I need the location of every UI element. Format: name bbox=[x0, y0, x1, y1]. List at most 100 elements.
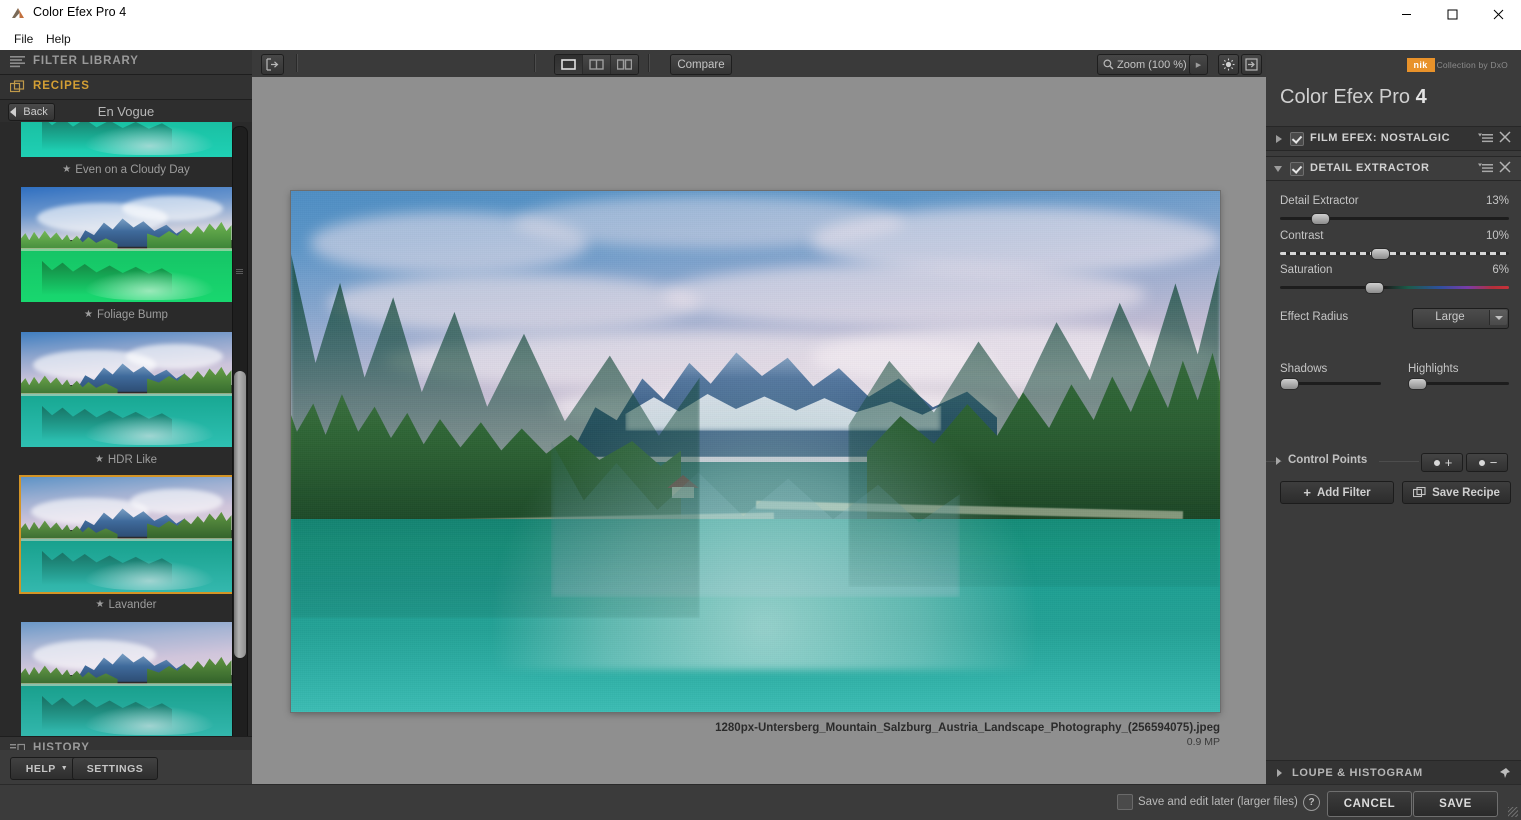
highlights-knob[interactable] bbox=[1408, 378, 1427, 390]
filter-enabled-checkbox[interactable] bbox=[1290, 162, 1304, 176]
chevron-right-icon[interactable] bbox=[1276, 457, 1281, 465]
filter-close-icon[interactable] bbox=[1499, 161, 1511, 173]
color-efex-pro-window: Color Efex Pro 4 File Help FILTER LIBRAR… bbox=[0, 0, 1521, 820]
maximize-button[interactable] bbox=[1429, 0, 1475, 28]
filter-row-detail-extractor[interactable]: DETAIL EXTRACTOR bbox=[1266, 156, 1521, 181]
pin-icon[interactable] bbox=[1499, 767, 1511, 779]
slider-knob[interactable] bbox=[1371, 248, 1390, 260]
recipe-label: ★ HDR Like bbox=[94, 454, 158, 466]
filter-row-film-efex-nostalgic[interactable]: FILM EFEX: NOSTALGIC bbox=[1266, 126, 1521, 151]
recipe-thumbnail[interactable] bbox=[19, 122, 234, 159]
left-panel-footer: HELP ▼ SETTINGS bbox=[0, 750, 252, 785]
chevron-down-icon[interactable] bbox=[1489, 310, 1507, 325]
remove-control-point-icon[interactable]: − bbox=[1466, 453, 1508, 472]
zoom-dropdown-arrow[interactable]: ▶ bbox=[1189, 54, 1208, 75]
resize-grip-icon[interactable] bbox=[1508, 807, 1518, 817]
slider-track[interactable] bbox=[1280, 248, 1509, 260]
slider-track[interactable] bbox=[1280, 213, 1509, 225]
favorite-star-icon: ★ bbox=[94, 454, 104, 465]
effect-radius-control[interactable]: Effect Radius Large bbox=[1266, 308, 1521, 330]
slider-value: 10% bbox=[1485, 230, 1509, 242]
save-button[interactable]: SAVE bbox=[1413, 791, 1498, 817]
window-title: Color Efex Pro 4 bbox=[33, 5, 127, 19]
recipe-thumbnail[interactable] bbox=[19, 620, 234, 739]
effect-radius-dropdown[interactable]: Large bbox=[1412, 308, 1509, 329]
loupe-histogram-header[interactable]: LOUPE & HISTOGRAM bbox=[1266, 760, 1521, 785]
recipe-thumbnail-selected[interactable] bbox=[18, 475, 234, 594]
list-item[interactable]: ★ Foliage Bump bbox=[8, 185, 245, 330]
slider-value: 13% bbox=[1485, 195, 1509, 207]
chevron-right-icon[interactable] bbox=[1276, 135, 1282, 143]
list-lines-icon bbox=[10, 56, 25, 68]
nik-logo-icon: nik bbox=[1406, 58, 1435, 72]
single-view-icon[interactable] bbox=[555, 55, 583, 74]
slider-label: Contrast bbox=[1280, 230, 1324, 242]
scrollbar-thumb[interactable] bbox=[234, 371, 246, 658]
zoom-label: Zoom (100 %) bbox=[1117, 58, 1187, 71]
list-item[interactable]: ★ Even on a Cloudy Day bbox=[8, 122, 245, 185]
list-item[interactable]: ★ Lavander bbox=[8, 475, 245, 620]
add-control-point-icon[interactable]: + bbox=[1421, 453, 1463, 472]
menu-help[interactable]: Help bbox=[40, 31, 77, 47]
nik-collection-badge: nik Collection by DxO bbox=[1406, 58, 1508, 72]
image-canvas[interactable]: 1280px-Untersberg_Mountain_Salzburg_Aust… bbox=[252, 77, 1266, 785]
side-by-side-icon[interactable] bbox=[611, 55, 638, 74]
list-item[interactable]: ★ HDR Like bbox=[8, 330, 245, 475]
brightness-icon[interactable] bbox=[1218, 54, 1239, 75]
save-and-edit-later-checkbox[interactable] bbox=[1117, 794, 1133, 810]
filter-enabled-checkbox[interactable] bbox=[1290, 132, 1304, 146]
image-filename: 1280px-Untersberg_Mountain_Salzburg_Aust… bbox=[715, 722, 1220, 734]
slider-track[interactable] bbox=[1280, 282, 1509, 294]
recipe-label: ★ Lavander bbox=[95, 599, 157, 611]
minimize-button[interactable] bbox=[1383, 0, 1429, 28]
filter-name: DETAIL EXTRACTOR bbox=[1310, 162, 1430, 174]
chevron-right-icon[interactable] bbox=[1277, 769, 1282, 777]
chevron-down-icon: ▼ bbox=[60, 765, 69, 772]
filter-name: FILM EFEX: NOSTALGIC bbox=[1310, 132, 1451, 144]
loupe-histogram-label: LOUPE & HISTOGRAM bbox=[1292, 767, 1423, 779]
question-mark-icon[interactable]: ? bbox=[1303, 794, 1320, 811]
add-filter-button[interactable]: + Add Filter bbox=[1280, 481, 1394, 504]
save-recipe-button[interactable]: Save Recipe bbox=[1402, 481, 1511, 504]
slider-knob[interactable] bbox=[1311, 213, 1330, 225]
close-button[interactable] bbox=[1475, 0, 1521, 28]
recipes-list[interactable]: ★ Even on a Cloudy Day ★ Foliage Bump ★ … bbox=[0, 122, 252, 761]
recipes-header[interactable]: RECIPES bbox=[0, 75, 252, 100]
recipes-label: RECIPES bbox=[33, 80, 90, 92]
preview-image[interactable] bbox=[291, 191, 1220, 712]
chevron-right-icon: ▶ bbox=[1195, 61, 1202, 69]
filter-library-label: FILTER LIBRARY bbox=[33, 55, 139, 67]
cancel-button[interactable]: CANCEL bbox=[1327, 791, 1412, 817]
filter-close-icon[interactable] bbox=[1499, 131, 1511, 143]
fullscreen-icon[interactable] bbox=[1241, 54, 1262, 75]
slider-label: Detail Extractor bbox=[1280, 195, 1359, 207]
favorite-star-icon: ★ bbox=[62, 164, 72, 175]
settings-button[interactable]: SETTINGS bbox=[72, 757, 158, 780]
compare-label: Compare bbox=[677, 58, 725, 71]
favorite-star-icon: ★ bbox=[95, 599, 105, 610]
slider-knob[interactable] bbox=[1365, 282, 1384, 294]
panel-brand-title: Color Efex Pro 4 bbox=[1280, 86, 1427, 108]
list-item[interactable] bbox=[8, 620, 245, 739]
filter-library-header[interactable]: FILTER LIBRARY bbox=[0, 50, 252, 75]
compare-button[interactable]: Compare bbox=[670, 54, 732, 75]
highlights-track[interactable] bbox=[1408, 378, 1509, 390]
filter-menu-icon[interactable] bbox=[1478, 162, 1493, 174]
split-view-icon[interactable] bbox=[583, 55, 611, 74]
filter-menu-icon[interactable] bbox=[1478, 132, 1493, 144]
recipe-label: ★ Foliage Bump bbox=[84, 309, 168, 321]
chevron-down-icon[interactable] bbox=[1274, 166, 1282, 172]
export-arrow-icon[interactable] bbox=[261, 54, 284, 75]
shadows-track[interactable] bbox=[1280, 378, 1381, 390]
recipe-label: ★ Even on a Cloudy Day bbox=[62, 164, 190, 176]
recipes-scrollbar[interactable] bbox=[232, 126, 248, 758]
menu-file[interactable]: File bbox=[8, 31, 39, 47]
recipe-thumbnail[interactable] bbox=[19, 185, 234, 304]
category-title: En Vogue bbox=[97, 104, 155, 119]
control-points-label: Control Points bbox=[1288, 454, 1368, 466]
shadows-knob[interactable] bbox=[1280, 378, 1299, 390]
bottom-bar: Save and edit later (larger files) ? CAN… bbox=[0, 784, 1521, 820]
zoom-control[interactable]: Zoom (100 %) bbox=[1097, 54, 1196, 75]
slider-label: Saturation bbox=[1280, 264, 1333, 276]
recipe-thumbnail[interactable] bbox=[19, 330, 234, 449]
